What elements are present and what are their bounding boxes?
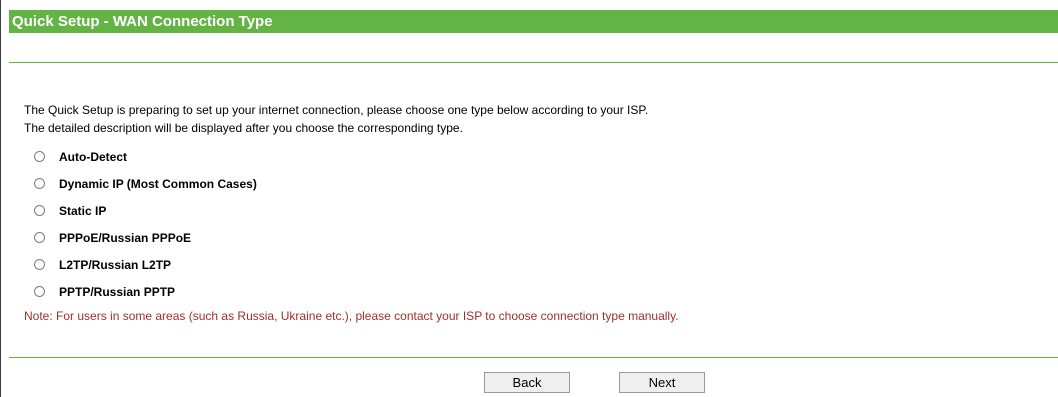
description-line-2: The detailed description will be display…	[24, 121, 463, 135]
quick-setup-frame: Quick Setup - WAN Connection Type The Qu…	[0, 0, 1058, 397]
pppoe-radio[interactable]	[34, 232, 45, 243]
option-pppoe[interactable]: PPPoE/Russian PPPoE	[34, 224, 1044, 251]
wan-type-content: The Quick Setup is preparing to set up y…	[24, 101, 1044, 325]
dynamic-ip-radio[interactable]	[34, 178, 45, 189]
option-pptp[interactable]: PPTP/Russian PPTP	[34, 278, 1044, 305]
l2tp-radio[interactable]	[34, 259, 45, 270]
description-line-1: The Quick Setup is preparing to set up y…	[24, 103, 649, 117]
back-button[interactable]: Back	[484, 372, 570, 393]
page-title: Quick Setup - WAN Connection Type	[9, 10, 1058, 33]
option-l2tp[interactable]: L2TP/Russian L2TP	[34, 251, 1044, 278]
auto-detect-radio[interactable]	[34, 151, 45, 162]
option-label: PPPoE/Russian PPPoE	[59, 230, 192, 245]
option-dynamic-ip[interactable]: Dynamic IP (Most Common Cases)	[34, 170, 1044, 197]
option-label: Auto-Detect	[59, 149, 127, 164]
option-static-ip[interactable]: Static IP	[34, 197, 1044, 224]
option-label: Dynamic IP (Most Common Cases)	[59, 176, 257, 191]
isp-note: Note: For users in some areas (such as R…	[24, 309, 679, 323]
option-label: Static IP	[59, 203, 107, 218]
pptp-radio[interactable]	[34, 286, 45, 297]
option-label: PPTP/Russian PPTP	[59, 284, 176, 299]
bottom-divider	[9, 357, 1058, 358]
top-divider	[9, 62, 1058, 63]
next-button[interactable]: Next	[619, 372, 705, 393]
connection-type-options: Auto-Detect Dynamic IP (Most Common Case…	[24, 143, 1044, 305]
option-label: L2TP/Russian L2TP	[59, 257, 172, 272]
static-ip-radio[interactable]	[34, 205, 45, 216]
option-auto-detect[interactable]: Auto-Detect	[34, 143, 1044, 170]
